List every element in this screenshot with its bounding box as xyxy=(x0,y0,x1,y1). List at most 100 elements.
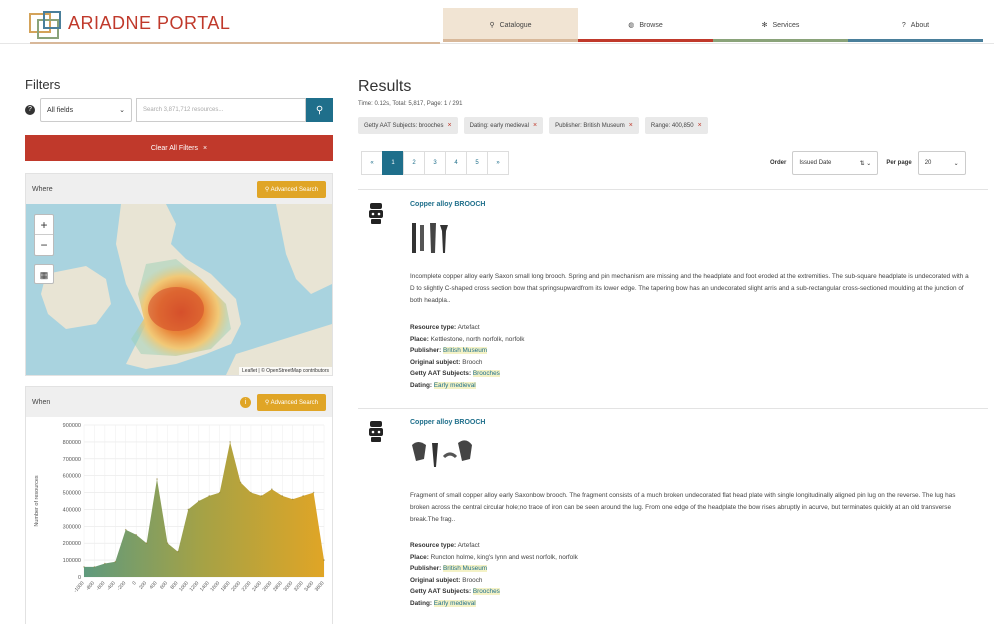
nav-browse[interactable]: ◍ Browse xyxy=(578,8,713,42)
meta-value: Artefact xyxy=(457,324,480,331)
page-3-button[interactable]: 3 xyxy=(424,151,446,175)
ariadne-logo-icon[interactable] xyxy=(28,10,66,44)
filter-chip[interactable]: Range: 400,850 × xyxy=(644,117,708,134)
order-value: Issued Date xyxy=(799,160,832,166)
map[interactable]: + − ▦ Leaflet | © OpenStreetMap contribu… xyxy=(26,204,332,375)
meta-value: Brooch xyxy=(462,576,483,584)
result-thumbnail[interactable] xyxy=(410,437,474,473)
artefact-icon xyxy=(369,203,383,224)
when-panel: When i ⚲ Advanced Search 0 100000 200000 30… xyxy=(25,386,333,624)
advanced-label: Advanced Search xyxy=(270,186,318,193)
data-point xyxy=(156,478,158,480)
clear-all-filters-button[interactable]: Clear All Filters × xyxy=(25,135,333,161)
x-tick-label: 2200 xyxy=(241,580,253,593)
order-select[interactable]: Issued Date ⇅ ⌄ xyxy=(792,151,879,175)
active-filter-chips: Getty AAT Subjects: brooches × Dating: ea… xyxy=(358,117,708,134)
result-title-link[interactable]: Copper alloy BROOCH xyxy=(410,201,485,208)
chip-label: Getty AAT Subjects: brooches xyxy=(364,122,444,129)
filter-chip[interactable]: Dating: early medieval × xyxy=(463,117,544,134)
meta-label: Publisher: xyxy=(410,347,442,354)
search-button[interactable]: ⚲ xyxy=(306,98,333,122)
x-tick-label: 1000 xyxy=(178,580,190,593)
nav-underline xyxy=(848,39,983,42)
map-attribution[interactable]: Leaflet | © OpenStreetMap contributors xyxy=(239,367,332,375)
data-point xyxy=(250,491,252,494)
x-tick-label: -800 xyxy=(85,580,96,592)
page-2-button[interactable]: 2 xyxy=(403,151,425,175)
x-tick-label: 3000 xyxy=(282,580,294,593)
dating-link[interactable]: Early medieval xyxy=(433,599,476,607)
when-chart[interactable]: 0 100000 200000 300000 400000 500000 600000 700… xyxy=(26,417,332,624)
result-metadata: Resource type: Artefact Place: Kettlesto… xyxy=(410,322,524,391)
y-tick-label: 400000 xyxy=(63,507,81,513)
zoom-in-button[interactable]: + xyxy=(35,215,53,235)
search-input[interactable]: Search 3,871,712 resources... xyxy=(136,98,306,122)
meta-label: Place: xyxy=(410,335,429,343)
publisher-link[interactable]: British Museum xyxy=(443,347,488,354)
dating-link[interactable]: Early medieval xyxy=(433,381,476,389)
nav-label: Services xyxy=(772,21,800,29)
order-controls: Order Issued Date ⇅ ⌄ Per page 20 ⌄ xyxy=(770,151,966,175)
x-tick-label: 2400 xyxy=(251,580,263,593)
nav-services[interactable]: ✻ Services xyxy=(713,8,848,42)
search-row: ? All fields ⌄ Search 3,871,712 resource… xyxy=(25,98,333,122)
close-icon[interactable]: × xyxy=(629,122,633,129)
nav-label: About xyxy=(910,21,930,29)
logo-text[interactable]: ARIADNE PORTAL xyxy=(68,13,230,34)
filter-chip[interactable]: Getty AAT Subjects: brooches × xyxy=(358,117,458,134)
result-thumbnail[interactable] xyxy=(410,219,452,257)
x-tick-label: 3600 xyxy=(314,580,326,593)
meta-place: Place: Runcton holme, king's lynn and we… xyxy=(410,552,578,564)
data-point xyxy=(114,561,117,563)
page-next-button[interactable]: » xyxy=(487,151,509,175)
nav-about[interactable]: ? About xyxy=(848,8,983,42)
y-axis-label: Number of resources xyxy=(34,475,40,527)
data-point xyxy=(93,566,96,568)
close-icon[interactable]: × xyxy=(448,122,452,129)
x-tick-label: -600 xyxy=(95,580,106,592)
close-icon[interactable]: × xyxy=(533,122,537,129)
info-icon[interactable]: i xyxy=(239,396,251,408)
aat-link[interactable]: Brooches xyxy=(472,588,500,595)
per-page-value: 20 xyxy=(924,160,932,166)
layers-icon[interactable]: ▦ xyxy=(34,264,54,284)
result-title-link[interactable]: Copper alloy BROOCH xyxy=(410,419,485,426)
y-tick-label: 100000 xyxy=(63,558,81,564)
zoom-out-button[interactable]: − xyxy=(35,235,53,255)
result-description: Incomplete copper alloy early Saxon smal… xyxy=(410,273,969,304)
data-point xyxy=(124,528,127,531)
x-tick-label: 600 xyxy=(159,580,169,590)
filter-chip[interactable]: Publisher: British Museum × xyxy=(549,117,639,134)
aat-link[interactable]: Brooches xyxy=(472,370,500,377)
page-first-button[interactable]: « xyxy=(361,151,383,175)
x-tick-label: 200 xyxy=(138,580,148,590)
data-point xyxy=(145,542,148,545)
fields-select[interactable]: All fields ⌄ xyxy=(40,98,132,122)
result-description: Fragment of small copper alloy early Sax… xyxy=(410,492,956,523)
meta-label: Place: xyxy=(410,553,429,561)
nav-label: Catalogue xyxy=(499,21,532,29)
nav-label: Browse xyxy=(639,21,663,29)
data-point xyxy=(260,495,263,497)
per-page-select[interactable]: 20 ⌄ xyxy=(917,151,966,175)
search-icon: ⚲ xyxy=(315,104,324,116)
page-4-button[interactable]: 4 xyxy=(445,151,467,175)
y-tick-label: 900000 xyxy=(63,423,81,429)
data-point xyxy=(187,508,190,511)
where-advanced-search-button[interactable]: ⚲ Advanced Search xyxy=(256,180,326,198)
meta-label: Getty AAT Subjects: xyxy=(410,588,472,595)
close-icon[interactable]: × xyxy=(698,122,702,129)
when-advanced-search-button[interactable]: ⚲ Advanced Search xyxy=(256,393,326,411)
meta-publisher: Publisher: British Museum xyxy=(410,345,524,357)
chip-label: Range: 400,850 xyxy=(650,122,694,129)
meta-aat-subjects: Getty AAT Subjects: Brooches xyxy=(410,368,524,380)
where-panel-header: Where ⚲ Advanced Search xyxy=(26,174,332,204)
page-1-button[interactable]: 1 xyxy=(382,151,404,175)
publisher-link[interactable]: British Museum xyxy=(443,565,488,572)
when-actions: i ⚲ Advanced Search xyxy=(239,393,326,411)
nav-underline xyxy=(713,39,848,42)
page-5-button[interactable]: 5 xyxy=(466,151,488,175)
meta-label: Resource type: xyxy=(410,542,457,549)
help-icon[interactable]: ? xyxy=(25,105,35,115)
nav-catalogue[interactable]: ⚲ Catalogue xyxy=(443,8,578,42)
